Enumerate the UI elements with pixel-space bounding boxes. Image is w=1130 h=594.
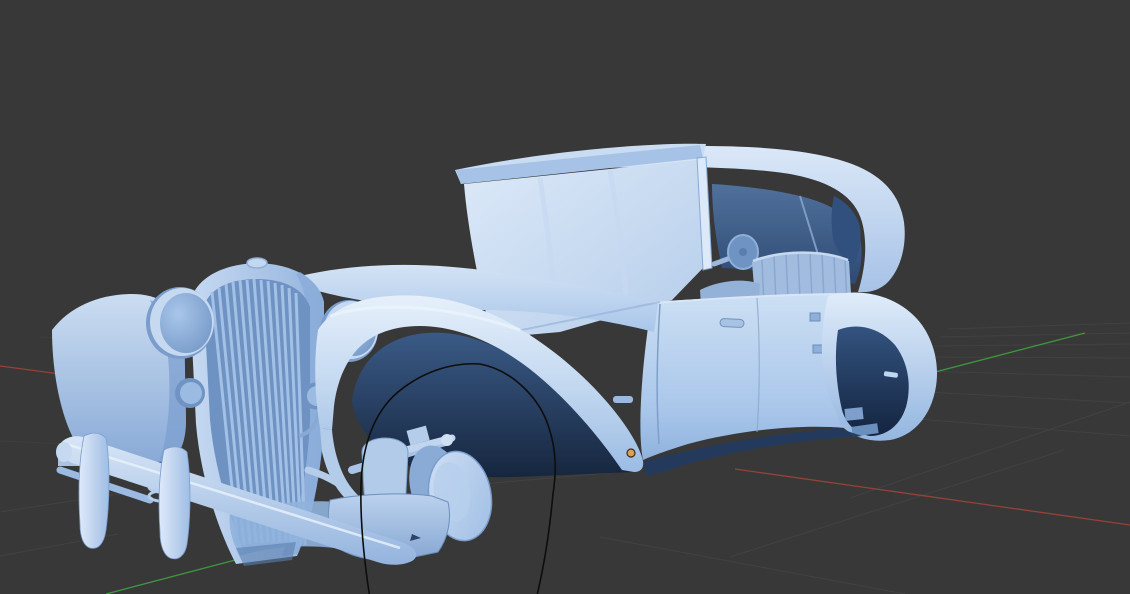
door-handle: [719, 318, 745, 328]
door-check-pill: [613, 396, 633, 403]
rear-axle-bracket: [844, 407, 864, 421]
origin-marker[interactable]: [626, 448, 636, 458]
door-hinge-lower: [812, 344, 824, 354]
viewport-canvas[interactable]: [0, 0, 1130, 594]
fog-light-left: [175, 378, 205, 408]
bumper-overrider-right: [158, 446, 191, 560]
bumper-end-cap: [56, 442, 72, 462]
viewport-wrap: [0, 0, 1130, 594]
door-hinge-upper: [809, 312, 821, 322]
bumper-overrider-left: [78, 432, 110, 549]
headlight-left: [146, 287, 214, 359]
radiator-cap: [246, 257, 268, 269]
